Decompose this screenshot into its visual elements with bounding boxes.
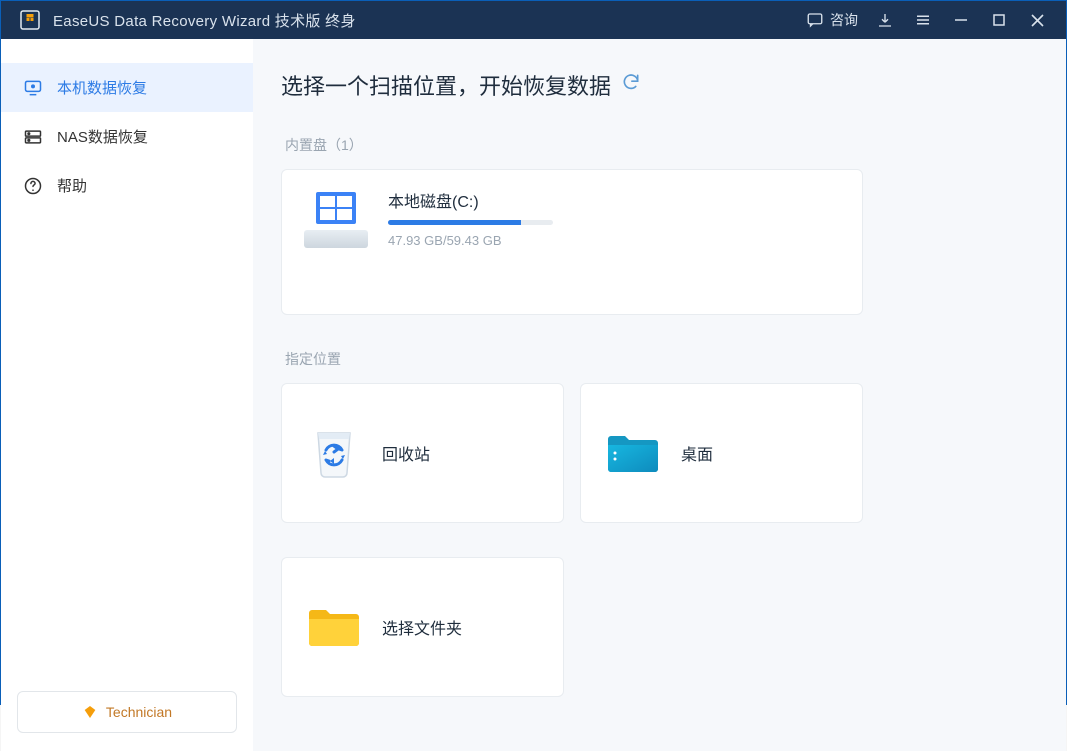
chat-button[interactable]: 咨询 [798,10,866,30]
nas-icon [23,127,43,147]
folder-icon [306,599,362,655]
location-select-folder[interactable]: 选择文件夹 [281,557,564,697]
location-label: 选择文件夹 [382,615,462,639]
sidebar: 本机数据恢复 NAS数据恢复 帮助 Technician [1,39,253,751]
disk-icon [304,192,368,248]
download-button[interactable] [866,1,904,39]
technician-badge[interactable]: Technician [17,691,237,733]
sidebar-item-label: 本机数据恢复 [57,77,147,98]
desktop-folder-icon [605,425,661,481]
technician-label: Technician [106,704,172,720]
diamond-icon [82,704,98,720]
app-title: EaseUS Data Recovery Wizard 技术版 终身 [53,10,356,31]
sidebar-item-help[interactable]: 帮助 [1,161,253,210]
location-recycle-bin[interactable]: 回收站 [281,383,564,523]
minimize-button[interactable] [942,1,980,39]
page-title: 选择一个扫描位置，开始恢复数据 [281,69,1036,101]
titlebar: EaseUS Data Recovery Wizard 技术版 终身 咨询 [1,1,1066,39]
section-locations: 指定位置 [285,349,1036,369]
menu-button[interactable] [904,1,942,39]
chat-label: 咨询 [830,10,858,30]
location-desktop[interactable]: 桌面 [580,383,863,523]
section-internal-disks: 内置盘（1） [285,135,1036,155]
disk-size: 47.93 GB/59.43 GB [388,233,840,248]
disk-card-c[interactable]: 本地磁盘(C:) 47.93 GB/59.43 GB [281,169,863,315]
app-logo-icon [19,9,41,31]
disk-usage-bar [388,220,553,225]
sidebar-item-nas-recovery[interactable]: NAS数据恢复 [1,112,253,161]
location-label: 桌面 [681,441,713,465]
disk-name: 本地磁盘(C:) [388,188,840,212]
refresh-icon[interactable] [621,72,641,98]
main-content: 选择一个扫描位置，开始恢复数据 内置盘（1） 本地磁盘(C:) [253,39,1066,751]
monitor-icon [23,78,43,98]
recycle-bin-icon [306,425,362,481]
maximize-button[interactable] [980,1,1018,39]
close-button[interactable] [1018,1,1056,39]
sidebar-item-label: NAS数据恢复 [57,126,148,147]
sidebar-item-label: 帮助 [57,175,87,196]
sidebar-item-local-recovery[interactable]: 本机数据恢复 [1,63,253,112]
help-icon [23,176,43,196]
location-label: 回收站 [382,441,430,465]
